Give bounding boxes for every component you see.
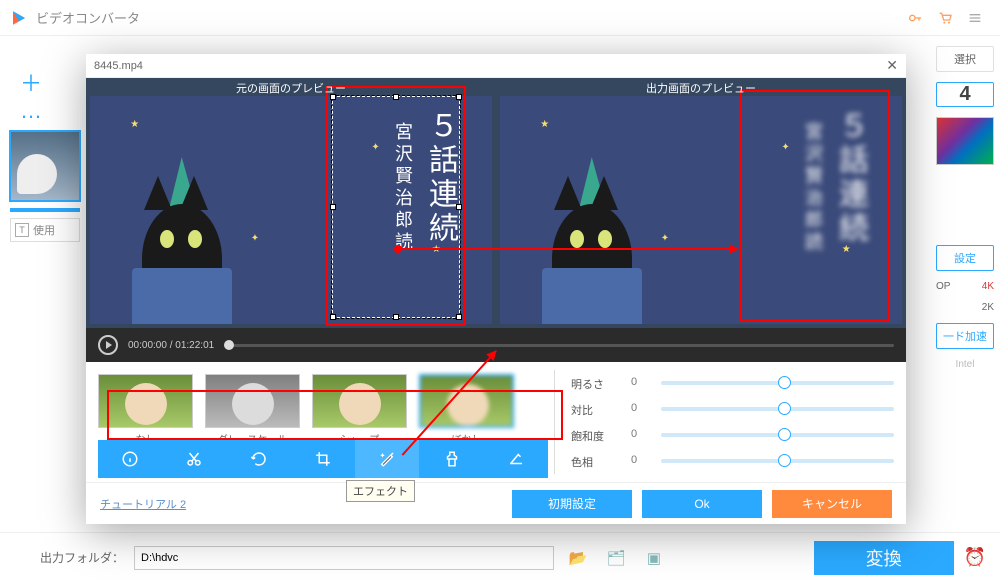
key-icon[interactable] (902, 5, 928, 31)
effect-tooltip: エフェクト (346, 480, 415, 502)
annotation-arrow-1 (398, 248, 738, 250)
intel-label: Intel (936, 359, 994, 370)
brightness-slider[interactable] (661, 381, 894, 385)
effects-modal: 8445.mp4 ✕ 元の画面のプレビュー ★✦✦★ ５話連続 宮沢賢治郎読 出… (86, 54, 906, 524)
folder-open-icon[interactable]: 📂 (564, 549, 592, 567)
saturation-slider[interactable] (661, 433, 894, 437)
selection-marquee[interactable] (332, 96, 460, 318)
reset-button[interactable]: 初期設定 (512, 490, 632, 518)
alarm-icon[interactable]: ⏰ (964, 547, 986, 568)
output-folder-input[interactable] (134, 546, 554, 570)
modal-filename: 8445.mp4 (94, 60, 143, 72)
edit-toolbar (98, 440, 548, 478)
format-preview-icon[interactable] (936, 117, 994, 165)
menu-icon[interactable] (962, 5, 988, 31)
annotation-box-toolbar (107, 390, 563, 440)
add-button[interactable]: ＋ … (0, 66, 90, 130)
ok-button[interactable]: Ok (642, 490, 762, 518)
adjustment-sliders: 明るさ0 対比0 飽和度0 色相0 (571, 370, 894, 474)
output-preview-title: 出力画面のプレビュー (496, 80, 906, 96)
cancel-button[interactable]: キャンセル (772, 490, 892, 518)
preview-area: 元の画面のプレビュー ★✦✦★ ５話連続 宮沢賢治郎読 出力画面のプレビュー ★… (86, 78, 906, 328)
merge-icon[interactable]: ▣ (640, 549, 668, 567)
close-icon[interactable]: ✕ (886, 57, 898, 74)
modal-footer: チュートリアル 2 初期設定 Ok キャンセル (86, 482, 906, 524)
selection-strip (10, 208, 80, 212)
tutorial-link[interactable]: チュートリアル 2 (100, 496, 186, 512)
left-panel: ＋ … T使用 (0, 36, 90, 532)
info-tool[interactable] (98, 440, 162, 478)
hw-accel[interactable]: 一ド加速 (936, 323, 994, 349)
use-label[interactable]: T使用 (10, 218, 80, 242)
subtitle-tool[interactable] (484, 440, 548, 478)
folder-icon[interactable]: 🗂 (602, 549, 630, 567)
titlebar: ビデオコンバータ (0, 0, 1000, 36)
cart-icon[interactable] (932, 5, 958, 31)
seek-track[interactable] (224, 344, 894, 347)
right-panel: 選択 4 設定 OP4K 2K 一ド加速 Intel (930, 36, 1000, 532)
app-title: ビデオコンバータ (36, 8, 140, 27)
footer: 出力フォルダ： 📂 🗂 ▣ 変換 ⏰ (0, 532, 1000, 582)
watermark-tool[interactable] (419, 440, 483, 478)
format-number[interactable]: 4 (937, 83, 993, 106)
time-display: 00:00:00 / 01:22:01 (128, 340, 214, 351)
rotate-tool[interactable] (227, 440, 291, 478)
play-button[interactable] (98, 335, 118, 355)
output-highlight (740, 90, 890, 322)
source-thumbnail[interactable] (9, 130, 81, 202)
right-settings[interactable]: 設定 (936, 245, 994, 271)
contrast-slider[interactable] (661, 407, 894, 411)
source-preview-title: 元の画面のプレビュー (86, 80, 496, 96)
hue-slider[interactable] (661, 459, 894, 463)
cut-tool[interactable] (162, 440, 226, 478)
crop-tool[interactable] (291, 440, 355, 478)
output-folder-label: 出力フォルダ： (40, 549, 124, 566)
convert-button[interactable]: 変換 (814, 541, 954, 575)
right-select[interactable]: 選択 (936, 46, 994, 72)
app-logo-icon (10, 9, 28, 27)
